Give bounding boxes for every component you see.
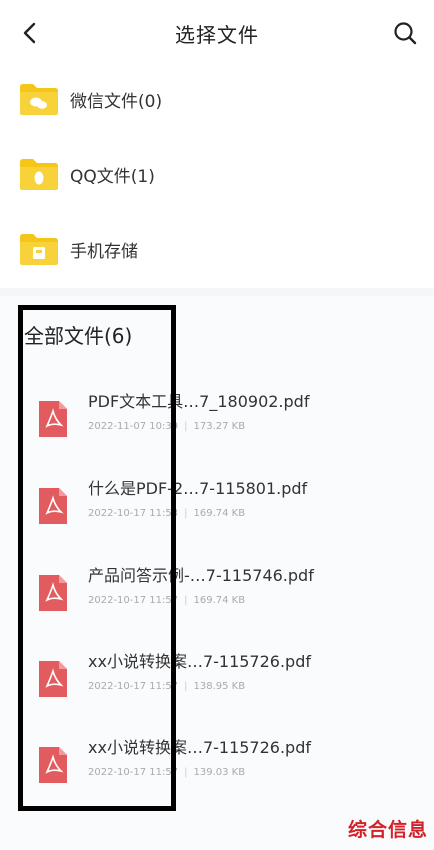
qq-folder-icon [20,159,58,190]
top-bar: 选择文件 [0,0,434,66]
file-size: 169.74 KB [193,508,246,519]
meta-separator: | [184,595,188,606]
wechat-folder-icon [20,84,58,115]
folder-item-wechat[interactable]: 微信文件(0) [0,62,434,137]
file-size: 139.03 KB [193,767,246,778]
watermark-text: 综合信息 [347,819,428,841]
meta-separator: | [184,767,188,778]
folder-label: 手机存储 [70,242,138,262]
meta-separator: | [184,421,188,432]
file-size: 173.27 KB [193,421,246,432]
phone-storage-folder-icon [20,234,58,265]
folder-list: 微信文件(0) QQ文件(1) 手机存储 [0,62,434,287]
annotation-highlight-box [18,305,176,811]
file-size: 169.74 KB [193,595,246,606]
folder-label: 微信文件(0) [70,92,163,112]
search-icon[interactable] [392,20,418,46]
page-title: 选择文件 [175,23,259,47]
folder-item-qq[interactable]: QQ文件(1) [0,137,434,212]
meta-separator: | [184,508,188,519]
folder-label: QQ文件(1) [70,167,155,187]
section-divider [0,288,434,296]
file-size: 138.95 KB [193,681,246,692]
meta-separator: | [184,681,188,692]
folder-item-phone-storage[interactable]: 手机存储 [0,212,434,287]
